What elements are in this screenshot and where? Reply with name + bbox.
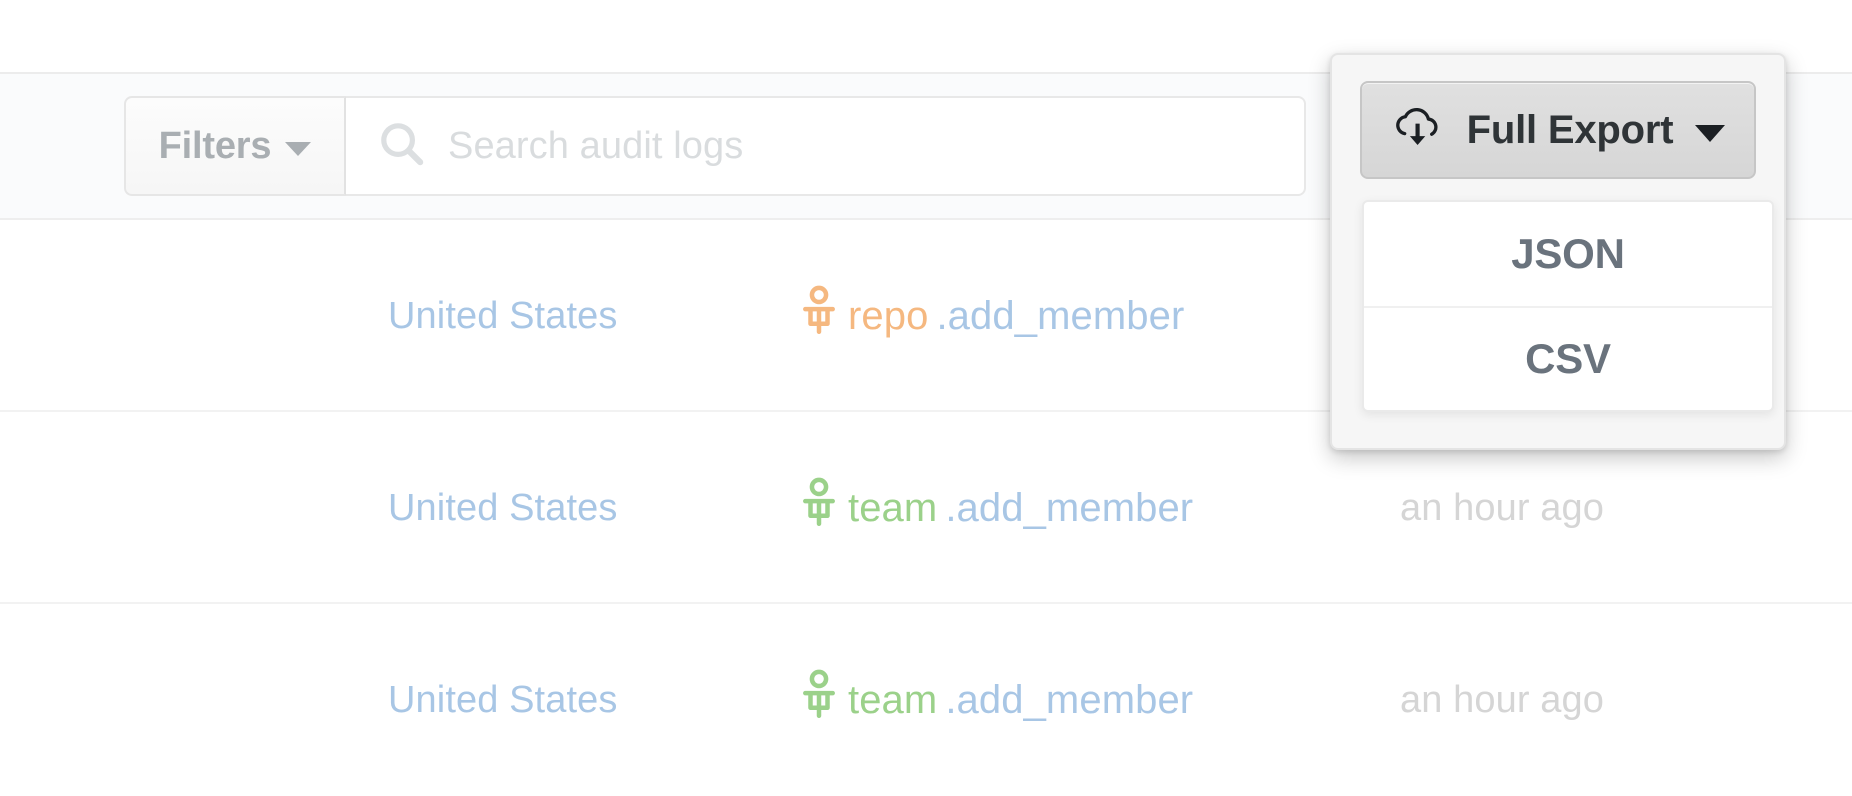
cloud-download-icon <box>1391 104 1445 157</box>
row-country: United States <box>388 486 618 529</box>
row-action-rest: .add_member <box>945 677 1194 722</box>
filters-button-label: Filters <box>158 124 272 167</box>
table-row[interactable]: United States team .add_member an hour a… <box>0 604 1852 796</box>
search-icon <box>376 118 428 175</box>
audit-log-page: Filters Search audit logs United States <box>0 0 1852 796</box>
export-menu: JSON CSV <box>1362 200 1774 412</box>
person-icon <box>800 285 838 347</box>
row-action: repo .add_member <box>800 220 1184 412</box>
row-action-rest: .add_member <box>936 293 1185 338</box>
row-country: United States <box>388 678 618 721</box>
chevron-down-icon <box>285 142 312 156</box>
chevron-down-icon <box>1695 124 1726 142</box>
row-country: United States <box>388 294 618 337</box>
export-menu-item-json[interactable]: JSON <box>1364 202 1772 306</box>
full-export-button[interactable]: Full Export <box>1360 81 1756 179</box>
export-menu-item-csv[interactable]: CSV <box>1364 306 1772 410</box>
export-dropdown-panel: Full Export JSON CSV <box>1330 53 1786 450</box>
row-action: team .add_member <box>800 412 1193 604</box>
row-timestamp: an hour ago <box>1400 678 1604 721</box>
row-action-scope: team <box>848 677 938 722</box>
filters-button[interactable]: Filters <box>124 96 346 196</box>
row-action: team .add_member <box>800 604 1193 796</box>
full-export-button-label: Full Export <box>1466 107 1674 152</box>
row-action-scope: team <box>848 485 938 530</box>
search-input[interactable]: Search audit logs <box>346 96 1306 196</box>
person-icon <box>800 477 838 539</box>
row-action-scope: repo <box>848 293 929 338</box>
search-input-placeholder: Search audit logs <box>448 124 744 167</box>
person-icon <box>800 669 838 731</box>
row-action-rest: .add_member <box>945 485 1194 530</box>
